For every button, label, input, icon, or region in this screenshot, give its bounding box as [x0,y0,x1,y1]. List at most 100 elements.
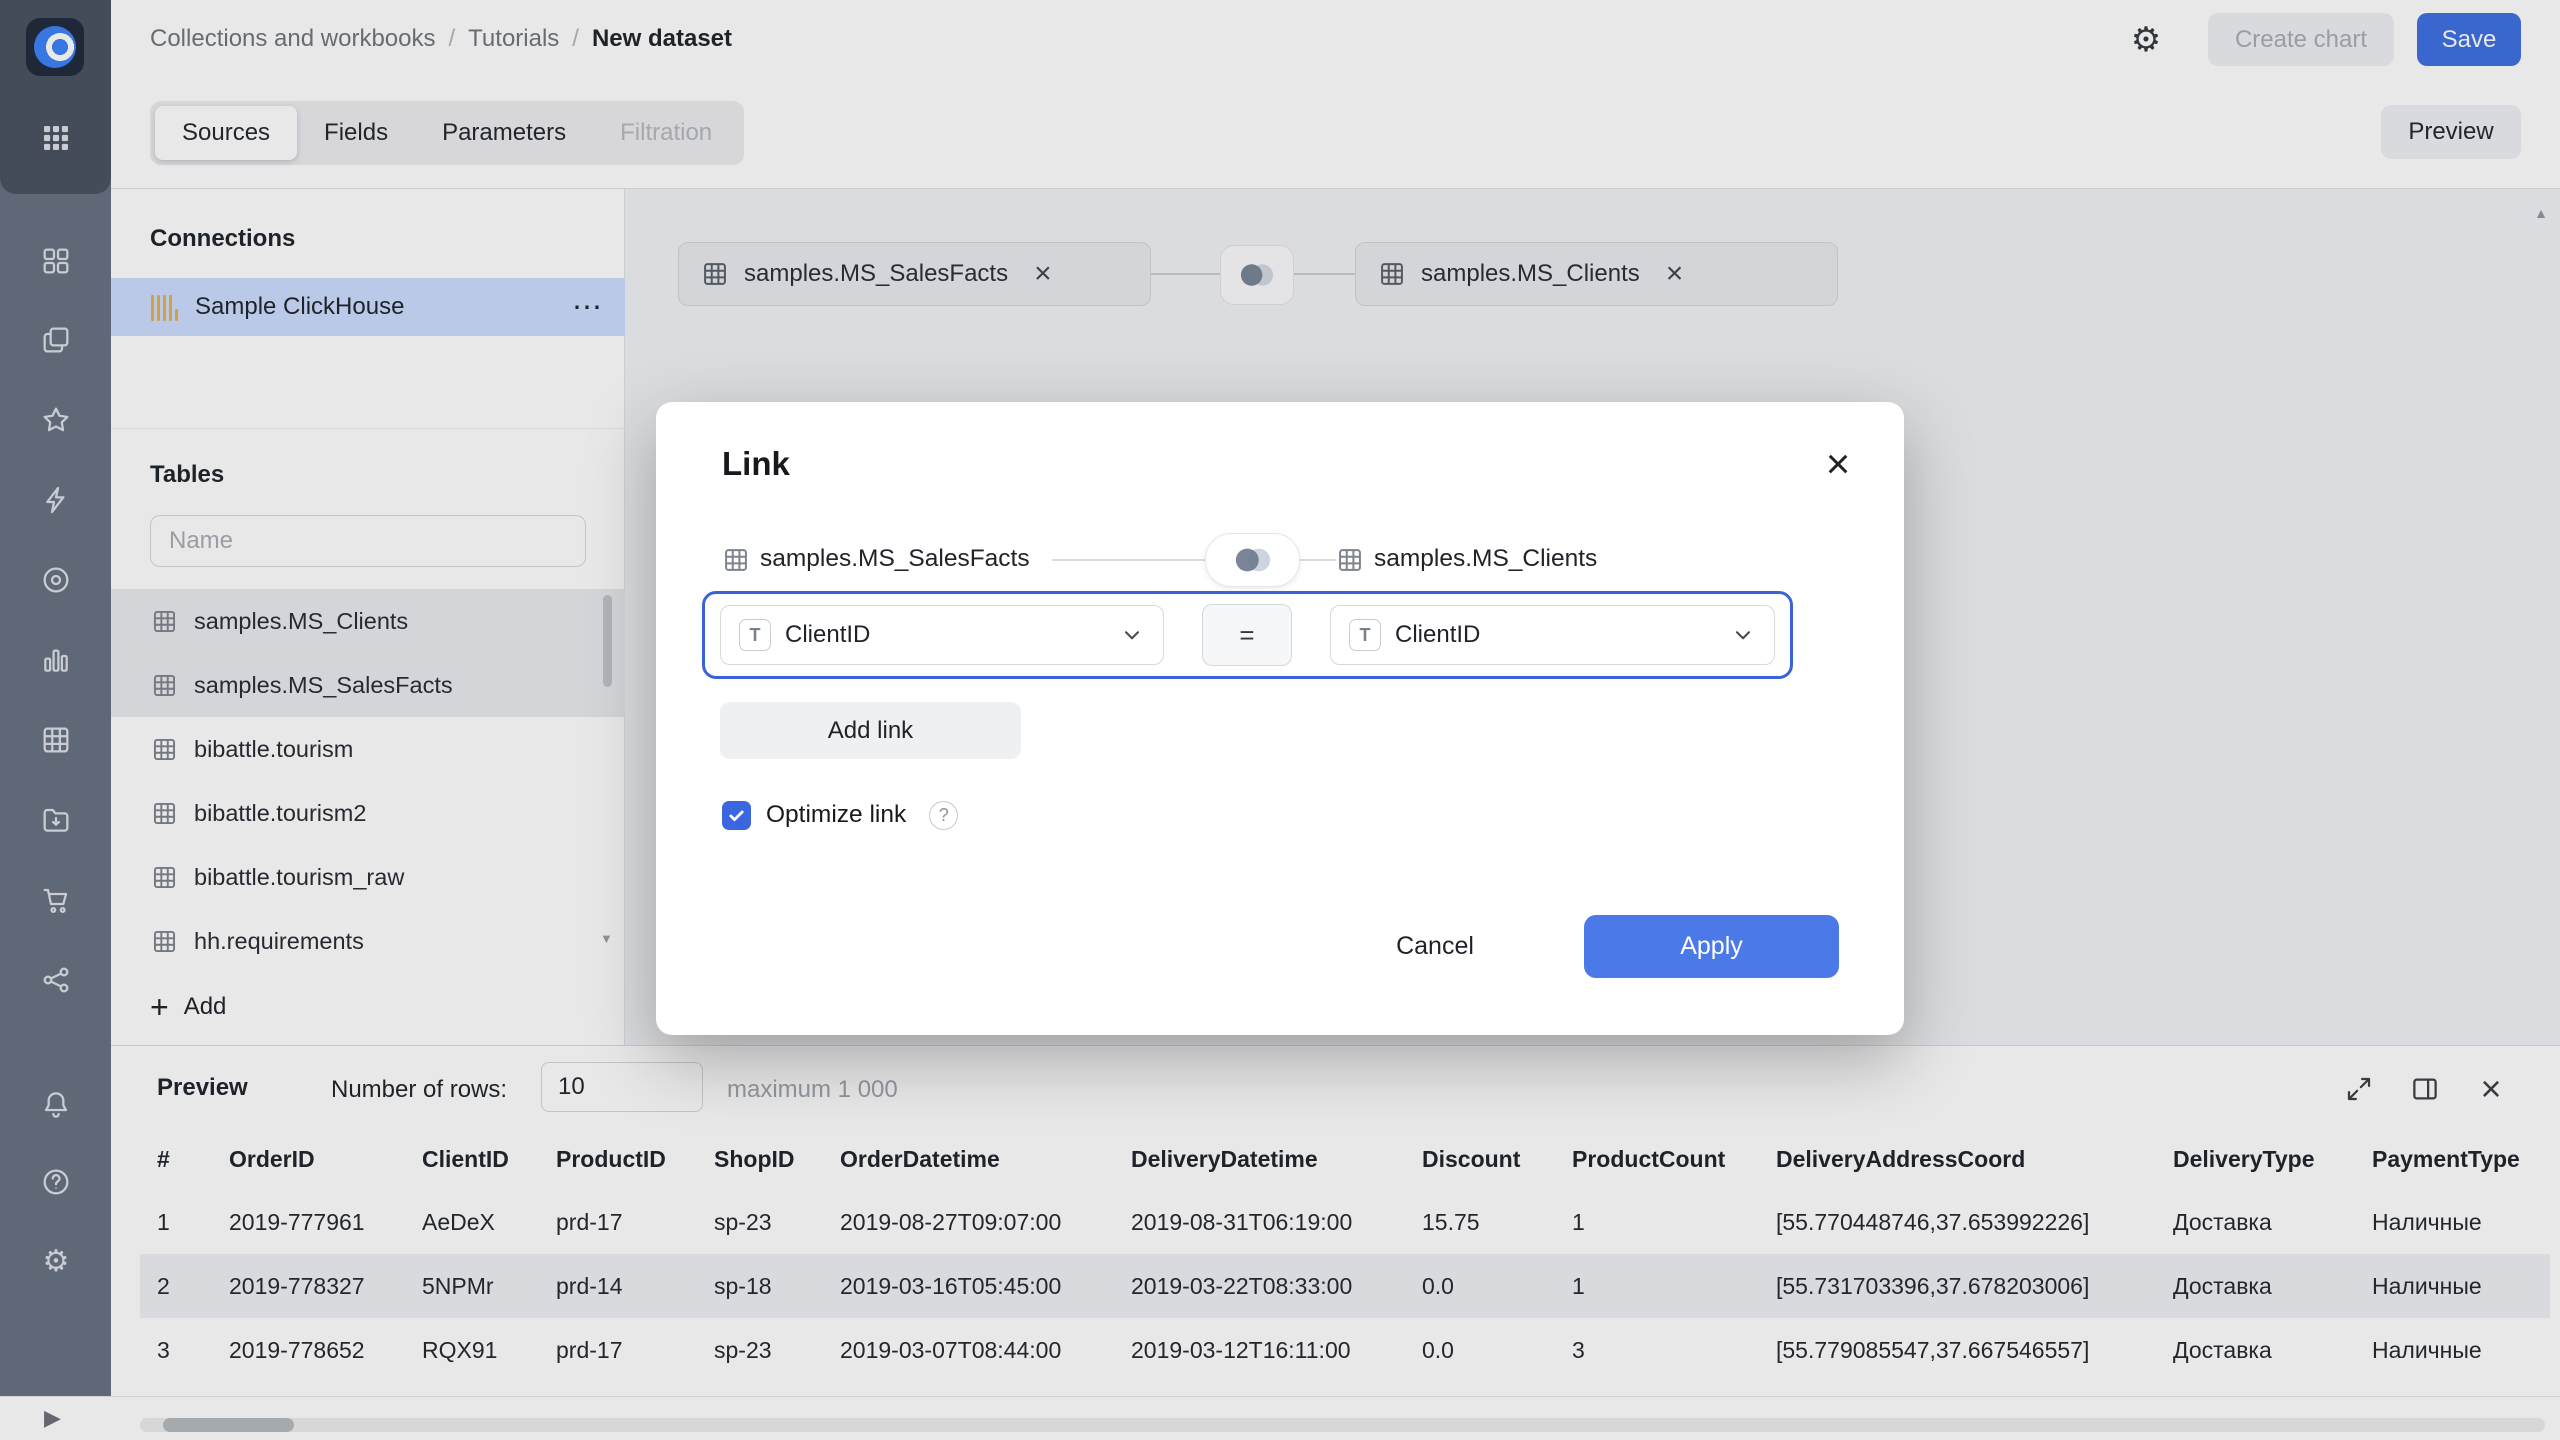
canvas-scroll-up-icon[interactable]: ▲ [2534,205,2548,221]
nav-lightning-icon[interactable] [38,482,74,518]
optimize-link-checkbox[interactable] [722,801,751,830]
link-dialog: Link × samples.MS_SalesFacts samples.MS_… [656,402,1904,1035]
source-node-clients[interactable]: samples.MS_Clients × [1355,242,1838,306]
help-icon[interactable] [38,1164,74,1200]
tab-fields[interactable]: Fields [297,106,415,160]
inner-join-icon [1227,544,1279,576]
horizontal-scrollbar-thumb[interactable] [163,1418,294,1432]
node-label: samples.MS_SalesFacts [744,260,1008,288]
rows-count-input[interactable] [541,1062,703,1112]
dialog-join-row: samples.MS_SalesFacts samples.MS_Clients [656,540,1904,580]
table-list-item[interactable]: samples.MS_SalesFacts [111,653,625,717]
gear-icon[interactable]: ⚙ [38,1244,74,1280]
column-header: ClientID [405,1128,539,1190]
table-row: 12019-777961AeDeXprd-17sp-232019-08-27T0… [140,1190,2550,1254]
table-name: hh.requirements [194,928,364,955]
sidebar-expand-icon[interactable]: ▶ [44,1405,61,1431]
connection-item[interactable]: Sample ClickHouse ⋯ [111,278,625,336]
table-name: bibattle.tourism [194,736,353,763]
left-field-value: ClientID [785,621,870,649]
nav-star-icon[interactable] [38,402,74,438]
string-type-icon: T [1349,619,1381,651]
table-cell: 2019-08-31T06:19:00 [1114,1190,1405,1254]
nav-target-icon[interactable] [38,562,74,598]
table-icon [151,672,178,699]
table-cell: 2019-03-22T08:33:00 [1114,1254,1405,1318]
tables-scrollbar[interactable] [603,595,612,687]
horizontal-scrollbar[interactable] [140,1418,2545,1432]
chevron-down-icon [1119,622,1145,648]
bell-icon[interactable] [38,1086,74,1122]
table-list-item[interactable]: bibattle.tourism [111,717,625,781]
apps-grid-icon[interactable] [38,120,74,156]
string-type-icon: T [739,619,771,651]
breadcrumb: Collections and workbooks / Tutorials / … [150,0,732,78]
breadcrumb-separator: / [448,25,455,53]
table-cell: [55.770448746,37.653992226] [1759,1190,2156,1254]
preview-header-row: #OrderIDClientIDProductIDShopIDOrderDate… [140,1128,2550,1190]
nav-bar-chart-icon[interactable] [38,642,74,678]
optimize-help-icon[interactable]: ? [929,801,958,830]
breadcrumb-collections[interactable]: Collections and workbooks [150,25,435,53]
connection-more-icon[interactable]: ⋯ [569,290,605,325]
table-name: samples.MS_SalesFacts [194,672,453,699]
join-type-toggle[interactable] [1205,533,1300,587]
create-chart-button[interactable]: Create chart [2208,13,2394,66]
nav-table-icon[interactable] [38,722,74,758]
table-icon [151,864,178,891]
cancel-button[interactable]: Cancel [1365,915,1505,978]
breadcrumb-tutorials[interactable]: Tutorials [468,25,559,53]
column-header: DeliveryAddressCoord [1759,1128,2156,1190]
preview-title: Preview [157,1074,248,1102]
table-cell: 2019-08-27T09:07:00 [823,1190,1114,1254]
add-table-button[interactable]: + Add [150,981,226,1033]
table-cell: 0.0 [1405,1254,1555,1318]
add-link-button[interactable]: Add link [720,702,1021,759]
tables-scroll-down-icon[interactable]: ▼ [600,931,613,946]
nav-folder-icon[interactable] [38,802,74,838]
expand-preview-icon[interactable] [2341,1071,2377,1107]
table-list-item[interactable]: bibattle.tourism_raw [111,845,625,909]
table-list-item[interactable]: samples.MS_Clients [111,589,625,653]
table-cell: 15.75 [1405,1190,1555,1254]
save-button[interactable]: Save [2417,13,2521,66]
table-cell: 2019-778652 [212,1318,405,1382]
chevron-down-icon [1730,622,1756,648]
sources-panel: Connections Sample ClickHouse ⋯ Tables s… [111,189,625,1045]
rows-count-label: Number of rows: [331,1076,507,1104]
remove-node-icon[interactable]: × [1666,257,1684,291]
nav-cart-icon[interactable] [38,882,74,918]
source-node-salesfacts[interactable]: samples.MS_SalesFacts × [678,242,1151,306]
close-preview-icon[interactable]: × [2473,1071,2509,1107]
table-search-input[interactable] [150,515,586,567]
apply-button[interactable]: Apply [1584,915,1839,978]
nav-squares-icon[interactable] [38,243,74,279]
join-type-badge[interactable] [1220,245,1294,305]
right-field-select[interactable]: T ClientID [1330,605,1775,665]
column-header: PaymentType [2355,1128,2550,1190]
column-header: OrderDatetime [823,1128,1114,1190]
preview-toggle-button[interactable]: Preview [2381,105,2521,159]
dialog-close-icon[interactable]: × [1814,440,1862,488]
tab-parameters[interactable]: Parameters [415,106,593,160]
table-cell: 1 [1555,1190,1759,1254]
table-list-item[interactable]: hh.requirements [111,909,625,973]
table-cell: sp-23 [697,1190,823,1254]
nav-layers-icon[interactable] [38,322,74,358]
table-row: 22019-7783275NPMrprd-14sp-182019-03-16T0… [140,1254,2550,1318]
settings-gear-icon[interactable]: ⚙ [2125,19,2167,61]
column-header: ProductCount [1555,1128,1759,1190]
table-cell: 0.0 [1405,1318,1555,1382]
tab-sources[interactable]: Sources [155,106,297,160]
datalens-logo-icon[interactable] [26,18,84,76]
left-field-select[interactable]: T ClientID [720,605,1164,665]
dataset-tabs-row: Sources Fields Parameters Filtration Pre… [111,78,2560,189]
split-view-icon[interactable] [2407,1071,2443,1107]
tables-heading: Tables [150,461,224,489]
nav-flow-icon[interactable] [38,962,74,998]
clickhouse-icon [151,294,178,321]
table-list-item[interactable]: bibattle.tourism2 [111,781,625,845]
column-header: # [140,1128,212,1190]
remove-node-icon[interactable]: × [1034,257,1052,291]
operator-select[interactable]: = [1202,604,1292,666]
